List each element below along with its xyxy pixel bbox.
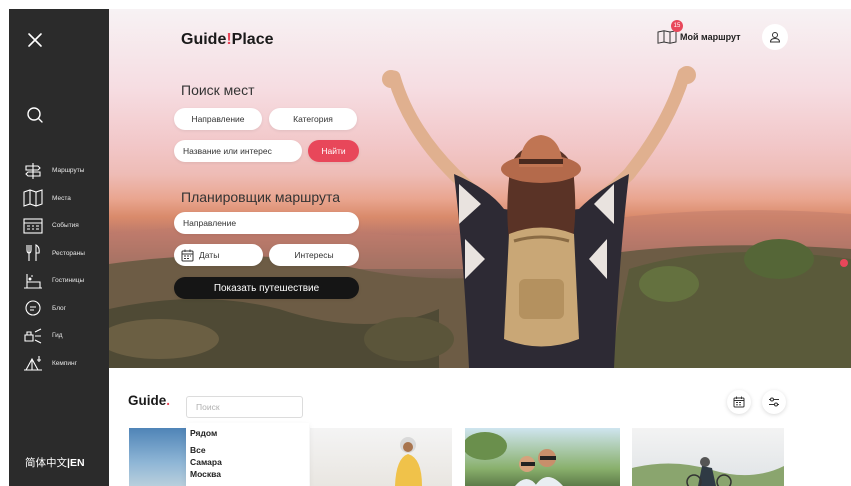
chat-icon [25,300,41,316]
dates-button[interactable]: Даты [174,244,263,266]
map-icon [23,189,43,207]
sidebar-nav: Маршруты Места События Рестораны Гостини… [23,159,107,379]
sidebar: Маршруты Места События Рестораны Гостини… [9,9,109,486]
direction-select[interactable]: Направление [174,108,262,130]
user-profile-button[interactable] [762,24,788,50]
sidebar-item-label: События [52,222,79,229]
close-icon[interactable] [26,31,44,49]
signpost-icon [25,162,41,179]
calendar-filter-button[interactable] [727,390,751,414]
category-select[interactable]: Категория [269,108,357,130]
sidebar-item-routes[interactable]: Маршруты [23,159,107,182]
calendar-icon [23,217,43,234]
sidebar-item-label: Рестораны [52,249,85,257]
dropdown-item-moscow[interactable]: Москва [190,468,309,480]
sliders-icon [769,397,779,407]
dropdown-item-samara[interactable]: Самара [190,456,309,468]
calendar-icon [733,396,745,408]
interests-button[interactable]: Интересы [269,244,359,266]
sidebar-item-label: Маршруты [52,167,85,174]
hero-banner: Guide!Place 15 Мой маршрут Поиск мест На… [109,9,851,368]
user-icon [769,32,781,43]
card-photo [632,457,784,486]
language-switcher: 简体中文|EN [25,455,85,470]
sidebar-item-label: Блог [52,304,67,312]
map-icon [657,30,677,44]
route-count-badge: 15 [671,20,683,32]
name-or-interest-input[interactable]: Название или интерес [174,140,302,162]
settings-filter-button[interactable] [762,390,786,414]
place-card-image[interactable] [129,428,186,486]
guide-icon [24,328,42,343]
sidebar-item-events[interactable]: События [23,214,107,237]
sidebar-item-places[interactable]: Места [23,187,107,210]
dates-label: Даты [199,250,220,260]
calendar-icon [181,249,194,261]
sidebar-item-label: Гид [52,332,63,339]
logo-text-right: Place [231,31,274,48]
location-dropdown: Рядом Все Самара Москва [186,423,309,486]
dropdown-item-nearby[interactable]: Рядом [190,427,309,439]
brand-dot: . [166,393,171,408]
lang-chinese-link[interactable]: 简体中文 [25,457,67,469]
search-icon[interactable] [25,105,45,125]
place-card-image[interactable] [465,428,620,486]
my-route-button[interactable]: 15 Мой маршрут [657,20,741,48]
find-button[interactable]: Найти [308,140,359,162]
carousel-dot[interactable] [840,259,848,267]
sidebar-item-label: Места [52,194,71,202]
card-photo [395,437,422,486]
hotel-bell-icon [24,273,42,289]
card-photo [465,432,563,486]
sidebar-item-label: Гостиницы [52,277,85,284]
sidebar-item-hotels[interactable]: Гостиницы [23,269,107,292]
guide-search-input[interactable] [186,396,303,418]
my-route-label: Мой маршрут [680,32,741,42]
sidebar-item-restaurants[interactable]: Рестораны [23,242,107,265]
sidebar-item-camping[interactable]: Кемпинг [23,352,107,375]
planner-direction-input[interactable]: Направление [174,212,359,234]
camping-icon [24,356,42,371]
show-trip-button[interactable]: Показать путешествие [174,277,359,299]
section-brand: Guide. [128,393,170,408]
place-card-image[interactable] [310,428,452,486]
sidebar-item-guide[interactable]: Гид [23,324,107,347]
search-places-title: Поиск мест [181,82,255,98]
sidebar-item-label: Кемпинг [52,359,77,367]
brand-text: Guide [128,393,167,408]
dropdown-item-all[interactable]: Все [190,444,309,456]
sidebar-item-blog[interactable]: Блог [23,297,107,320]
app-root: Маршруты Места События Рестораны Гостини… [0,0,851,486]
lang-english-link[interactable]: EN [70,457,85,469]
route-planner-title: Планировщик маршрута [181,189,341,205]
place-card-image[interactable] [632,428,784,486]
cutlery-icon [26,244,40,261]
logo-text-left: Guide [181,31,227,48]
site-logo[interactable]: Guide!Place [181,31,273,49]
